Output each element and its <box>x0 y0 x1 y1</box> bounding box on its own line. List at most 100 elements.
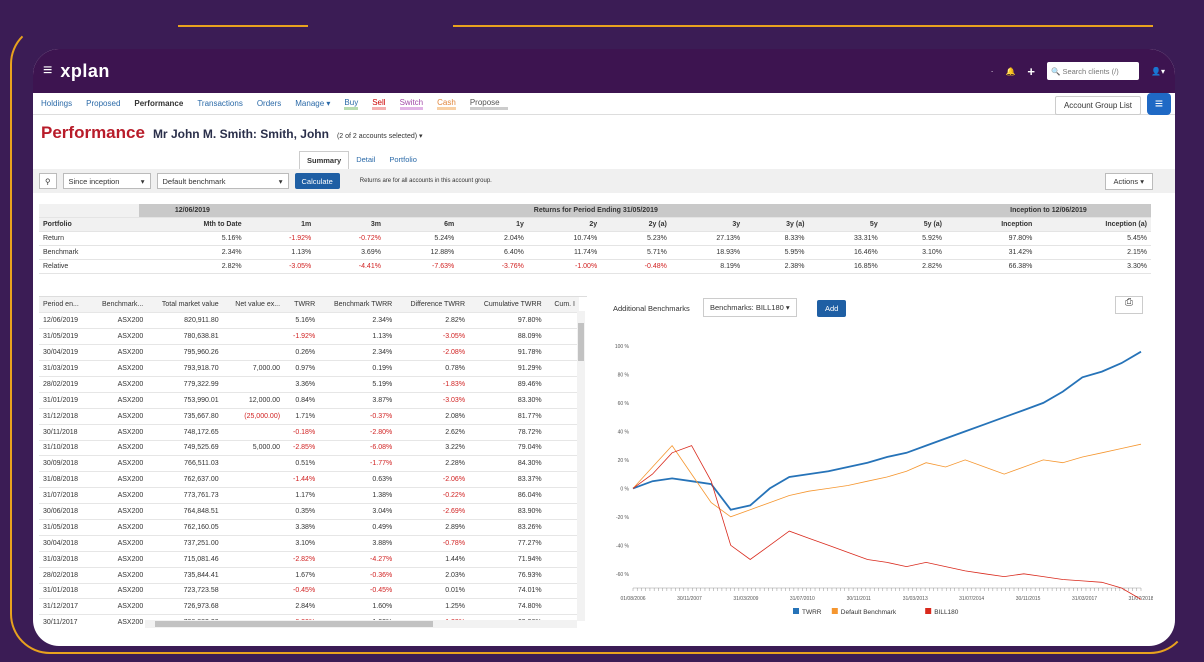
nav-orders[interactable]: Orders <box>257 99 281 108</box>
table-row[interactable]: 31/03/2019 ASX200 793,918.70 7,000.00 0.97% 0… <box>39 360 579 377</box>
column-header[interactable]: Benchmark TWRR <box>319 297 397 314</box>
hamburger-icon[interactable]: ≡ <box>43 62 52 80</box>
actions-button[interactable]: Actions ▾ <box>1104 173 1153 190</box>
table-row[interactable]: 12/06/2019 ASX200 820,911.80 5.16% 2.34% 2.82… <box>39 312 579 330</box>
column-header[interactable]: Difference TWRR <box>396 297 470 314</box>
column-header[interactable]: Inception <box>946 217 1037 232</box>
column-header[interactable]: Benchmark... <box>89 297 148 314</box>
benchmarks-select[interactable]: Benchmarks: BILL180 ▾ <box>703 298 797 317</box>
table-cell: 0.97% <box>284 360 320 377</box>
column-header[interactable]: 5y <box>808 217 882 232</box>
column-header[interactable]: 2y <box>527 217 602 232</box>
table-cell: 31/01/2019 <box>39 392 90 409</box>
tab-detail[interactable]: Detail <box>349 151 382 169</box>
tab-portfolio[interactable]: Portfolio <box>382 151 424 169</box>
bell-icon[interactable]: 🔔 <box>1005 67 1015 76</box>
returns-cell: 18.93% <box>670 245 745 260</box>
table-row[interactable]: 31/05/2019 ASX200 780,638.81 -1.92% 1.13% -3.… <box>39 328 579 346</box>
nav-holdings[interactable]: Holdings <box>41 99 72 108</box>
table-cell: ASX200 <box>89 376 148 393</box>
y-tick-label: -20 % <box>616 515 630 521</box>
dot-icon[interactable]: · <box>991 67 994 76</box>
table-cell: 79.04% <box>469 440 546 457</box>
column-header[interactable]: 2y (a) <box>601 217 671 232</box>
column-header[interactable]: Inception (a) <box>1036 217 1151 232</box>
binoculars-button[interactable]: ⚲ <box>39 173 57 189</box>
table-row[interactable]: 30/04/2018 ASX200 737,251.00 3.10% 3.88% -0.7… <box>39 535 579 552</box>
nav-propose[interactable]: Propose <box>469 98 508 110</box>
column-header[interactable]: Period en... <box>39 297 90 314</box>
table-cell: -2.06% <box>396 471 470 489</box>
column-header[interactable]: Cum. I <box>545 297 579 314</box>
history-table: Period en... Benchmark... Total market val… <box>39 297 579 626</box>
returns-cell: 2.82% <box>139 259 246 274</box>
nav-cash[interactable]: Cash <box>437 98 456 110</box>
table-cell: 83.26% <box>469 519 546 536</box>
y-tick-label: 100 % <box>615 344 630 350</box>
table-row[interactable]: 30/09/2018 ASX200 766,511.03 0.51% -1.77% 2.2… <box>39 455 579 473</box>
benchmark-select[interactable]: Default benchmark ▾ <box>156 173 289 189</box>
calculate-button[interactable]: Calculate <box>294 173 340 189</box>
table-row[interactable]: 30/04/2019 ASX200 795,960.26 0.26% 2.34% -2.0… <box>39 344 579 362</box>
column-header[interactable]: TWRR <box>284 297 320 314</box>
vertical-scrollbar[interactable] <box>577 311 585 621</box>
period-select[interactable]: Since inception ▾ <box>62 173 151 189</box>
scroll-thumb[interactable] <box>578 323 584 361</box>
column-header[interactable]: Cumulative TWRR <box>469 297 546 314</box>
accounts-note[interactable]: (2 of 2 accounts selected) ▾ <box>337 132 423 140</box>
history-table-container: Period en... Benchmark... Total market val… <box>39 296 587 626</box>
returns-row: Benchmark 2.34% 1.13% 3.69% 12.88% 6.40% 11.74… <box>39 245 1151 260</box>
horizontal-scrollbar[interactable] <box>145 620 577 628</box>
table-row[interactable]: 31/12/2017 ASX200 726,973.68 2.84% 1.60% 1.25… <box>39 598 579 616</box>
table-row[interactable]: 31/03/2018 ASX200 715,081.46 -2.82% -4.27% 1.… <box>39 551 579 568</box>
column-header[interactable]: Portfolio <box>39 217 140 232</box>
nav-manage[interactable]: Manage ▾ <box>295 99 330 108</box>
table-cell: 2.62% <box>396 424 470 441</box>
table-row[interactable]: 31/08/2018 ASX200 762,637.00 -1.44% 0.63% -2.… <box>39 471 579 489</box>
column-header[interactable]: Total market value <box>147 297 223 314</box>
column-header[interactable]: 3y (a) <box>744 217 809 232</box>
returns-cell: 5.71% <box>601 245 671 260</box>
menu-icon[interactable]: ≡ <box>1147 93 1171 115</box>
column-header[interactable]: Net value ex... <box>222 297 285 314</box>
nav-proposed[interactable]: Proposed <box>86 99 120 108</box>
table-row[interactable]: 31/01/2018 ASX200 723,723.58 -0.45% -0.45% 0.… <box>39 583 579 600</box>
returns-cell: 5.92% <box>881 231 947 246</box>
column-header[interactable]: 3y <box>670 217 745 232</box>
returns-cell: -0.48% <box>601 259 671 274</box>
table-row[interactable]: 31/01/2019 ASX200 753,990.01 12,000.00 0.84%… <box>39 392 579 409</box>
table-cell: ASX200 <box>89 408 148 425</box>
column-header[interactable]: 1m <box>245 217 316 232</box>
table-row[interactable]: 31/07/2018 ASX200 773,761.73 1.17% 1.38% -0.2… <box>39 487 579 505</box>
plus-icon[interactable]: + <box>1027 64 1035 79</box>
client-name[interactable]: Mr John M. Smith: Smith, John <box>153 127 329 141</box>
table-row[interactable]: 30/11/2018 ASX200 748,172.65 -0.18% -2.80% 2.… <box>39 424 579 441</box>
column-header[interactable]: 6m <box>384 217 459 232</box>
table-row[interactable]: 30/06/2018 ASX200 764,848.51 0.35% 3.04% -2.6… <box>39 503 579 520</box>
table-row[interactable]: 31/05/2018 ASX200 762,160.05 3.38% 0.49% 2.89… <box>39 519 579 536</box>
table-cell: 91.29% <box>469 360 546 377</box>
table-row[interactable]: 28/02/2019 ASX200 779,322.99 3.36% 5.19% -1.8… <box>39 376 579 393</box>
nav-performance[interactable]: Performance <box>134 99 183 108</box>
tab-summary[interactable]: Summary <box>299 151 350 169</box>
column-header[interactable]: 5y (a) <box>881 217 947 232</box>
table-row[interactable]: 28/02/2018 ASX200 735,844.41 1.67% -0.36% 2.0… <box>39 567 579 584</box>
column-header[interactable]: 3m <box>315 217 385 232</box>
table-row[interactable]: 31/10/2018 ASX200 749,525.69 5,000.00 -2.85%… <box>39 440 579 457</box>
search-input[interactable]: 🔍 Search clients (/) <box>1047 62 1140 80</box>
column-header[interactable]: 1y <box>458 217 528 232</box>
user-icon[interactable]: 👤▾ <box>1151 67 1165 76</box>
table-cell: 2.84% <box>284 598 320 616</box>
nav-transactions[interactable]: Transactions <box>197 99 243 108</box>
scroll-thumb[interactable] <box>155 621 433 627</box>
add-button[interactable]: Add <box>817 300 847 317</box>
nav-sell[interactable]: Sell <box>372 98 386 110</box>
table-row[interactable]: 31/12/2018 ASX200 735,667.80 (25,000.00) 1.7… <box>39 408 579 425</box>
account-group-list-button[interactable]: Account Group List <box>1054 96 1141 115</box>
nav-buy[interactable]: Buy <box>344 98 359 110</box>
column-header[interactable]: Mth to Date <box>139 217 246 232</box>
toolbar-note: Returns are for all accounts in this acc… <box>359 178 492 184</box>
nav-switch[interactable]: Switch <box>399 98 424 110</box>
table-cell: 31/03/2019 <box>39 360 90 377</box>
print-icon[interactable]: ⎙ <box>1115 296 1143 314</box>
